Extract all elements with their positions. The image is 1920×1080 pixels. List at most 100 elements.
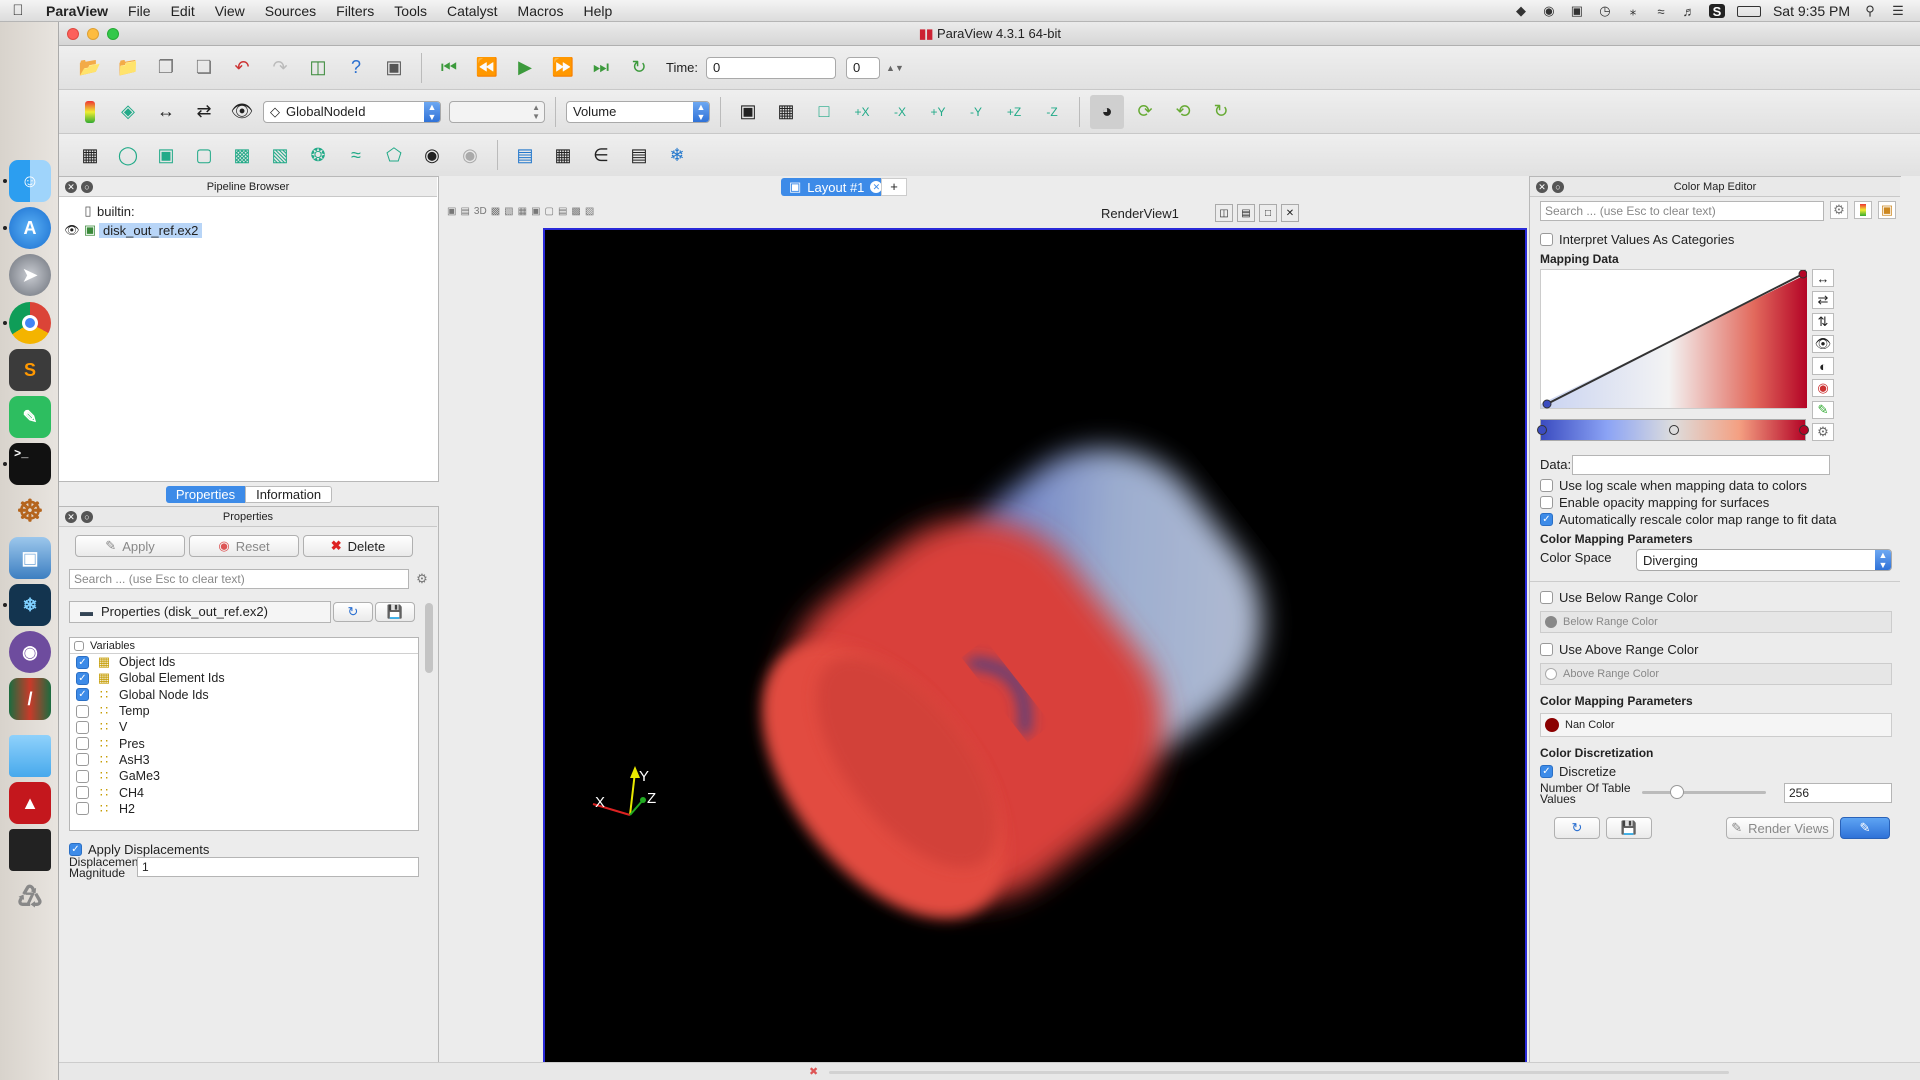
opacity-point-high[interactable] xyxy=(1798,270,1807,279)
select-block-icon[interactable]: ▣ xyxy=(531,206,540,217)
advanced-gear-icon[interactable]: ⚙ xyxy=(413,570,431,588)
rescale-range-icon[interactable]: ↔ xyxy=(1812,269,1834,287)
use-below-range-checkbox[interactable] xyxy=(1540,590,1553,604)
variable-row[interactable]: ∷ Pres xyxy=(70,735,418,751)
variable-checkbox[interactable] xyxy=(76,802,89,816)
above-range-color-button[interactable]: Above Range Color xyxy=(1540,663,1892,685)
rotate-ccw-icon[interactable]: ⟳ xyxy=(1128,95,1162,129)
clear-selection-icon[interactable]: ▧ xyxy=(585,206,594,217)
save-defaults-icon[interactable]: 💾 xyxy=(1606,817,1652,839)
matlab-icon[interactable]: / xyxy=(9,678,51,720)
first-frame-icon[interactable]: ⏮ xyxy=(432,51,466,85)
eye-icon[interactable]: 👁 xyxy=(63,221,81,239)
app-s-icon[interactable]: S xyxy=(1708,4,1725,19)
variable-checkbox[interactable] xyxy=(76,720,89,734)
close-window-button[interactable] xyxy=(67,28,79,40)
opacity-function-editor[interactable] xyxy=(1540,269,1807,409)
table-values-slider[interactable] xyxy=(1642,785,1766,799)
variable-checkbox[interactable]: ✓ xyxy=(76,688,89,702)
last-frame-icon[interactable]: ⏭ xyxy=(584,51,618,85)
clip-icon[interactable]: ▣ xyxy=(149,138,183,172)
timestep-input[interactable]: 0 xyxy=(846,56,881,79)
menu-app-name[interactable]: ParaView xyxy=(36,0,118,22)
next-frame-icon[interactable]: ⏩ xyxy=(546,51,580,85)
connect-icon[interactable]: ◫ xyxy=(301,51,335,85)
interaction-mode-icon[interactable]: ↻ xyxy=(1204,95,1238,129)
save-preset-icon[interactable]: ✎ xyxy=(1812,401,1834,419)
spotlight-icon[interactable]: ⚲ xyxy=(1862,3,1878,18)
glyph-icon[interactable]: ❂ xyxy=(301,138,335,172)
previous-frame-icon[interactable]: ⏪ xyxy=(470,51,504,85)
trash-icon[interactable]: ♹ xyxy=(9,876,51,918)
chat-icon[interactable]: ▣ xyxy=(1569,3,1585,18)
calculator-icon[interactable]: ▦ xyxy=(73,138,107,172)
displacement-magnitude-input[interactable]: 1 xyxy=(137,857,419,877)
interactive-select-icon[interactable]: ▢ xyxy=(545,206,554,217)
opacity-point-low[interactable] xyxy=(1542,399,1552,409)
split-vertical-icon[interactable]: ▤ xyxy=(1237,204,1255,222)
variable-checkbox[interactable] xyxy=(76,786,89,800)
view-minus-z-icon[interactable]: -Z xyxy=(1035,95,1069,129)
component-select[interactable]: ▲ ▼ xyxy=(449,100,545,123)
slider-thumb[interactable] xyxy=(1670,785,1684,799)
paraview-dock-icon[interactable]: ❄ xyxy=(9,584,51,626)
view-plus-z-icon[interactable]: +Z xyxy=(997,95,1031,129)
representation-select[interactable]: Volume ▲ ▼ xyxy=(566,100,710,123)
color-space-select[interactable]: Diverging ▲ ▼ xyxy=(1636,549,1892,571)
rescale-time-icon[interactable]: ⇅ xyxy=(1812,313,1834,331)
variable-row[interactable]: ∷ V xyxy=(70,719,418,735)
variable-row[interactable]: ✓ ▦ Global Element Ids xyxy=(70,670,418,686)
menu-view[interactable]: View xyxy=(205,0,255,22)
variable-checkbox[interactable] xyxy=(76,769,89,783)
menu-sources[interactable]: Sources xyxy=(255,0,326,22)
reset-button[interactable]: ◉ Reset xyxy=(189,535,299,557)
variable-row[interactable]: ∷ Temp xyxy=(70,703,418,719)
restore-defaults-icon[interactable]: ↻ xyxy=(333,602,373,622)
threshold-icon[interactable]: ▩ xyxy=(225,138,259,172)
variable-checkbox[interactable] xyxy=(76,704,89,718)
view-plus-x-icon[interactable]: +X xyxy=(845,95,879,129)
rescale-custom-icon[interactable]: ⇄ xyxy=(187,95,221,129)
plot-over-line-icon[interactable]: ▦ xyxy=(546,138,580,172)
rescale-custom-icon[interactable]: ⇄ xyxy=(1812,291,1834,309)
menu-help[interactable]: Help xyxy=(573,0,622,22)
auto-rescale-checkbox[interactable]: ✓ xyxy=(1540,512,1553,526)
launchpad-icon[interactable]: ➤ xyxy=(9,254,51,296)
python-shell-icon[interactable]: ❄ xyxy=(660,138,694,172)
shrink-selection-icon[interactable]: ▩ xyxy=(571,206,580,217)
choose-preset-icon[interactable]: ◉ xyxy=(1812,379,1834,397)
variable-checkbox[interactable]: ✓ xyxy=(76,655,89,669)
tab-information[interactable]: Information xyxy=(245,485,333,503)
zoom-to-data-icon[interactable]: ▦ xyxy=(769,95,803,129)
minimize-window-button[interactable] xyxy=(87,28,99,40)
menu-catalyst[interactable]: Catalyst xyxy=(437,0,508,22)
menu-edit[interactable]: Edit xyxy=(161,0,205,22)
histogram-icon[interactable]: ▤ xyxy=(508,138,542,172)
close-view-icon[interactable]: ✕ xyxy=(1281,204,1299,222)
variable-row[interactable]: ∷ CH4 xyxy=(70,784,418,800)
properties-search-input[interactable]: Search ... (use Esc to clear text) xyxy=(69,569,409,589)
color-legend-icon[interactable] xyxy=(85,100,95,123)
use-above-range-checkbox[interactable] xyxy=(1540,642,1553,656)
apply-button[interactable]: ✎ Apply xyxy=(75,535,185,557)
toggle-3d-button[interactable]: 3D xyxy=(474,206,487,217)
undo-icon[interactable]: ↶ xyxy=(225,51,259,85)
auto-render-toggle[interactable]: ✎ xyxy=(1840,817,1890,839)
layout-tab[interactable]: ▣ Layout #1 ✕ xyxy=(781,178,891,196)
opacity-mapping-checkbox[interactable] xyxy=(1540,495,1553,509)
menu-filters[interactable]: Filters xyxy=(326,0,384,22)
plot-data-icon[interactable]: ▤ xyxy=(622,138,656,172)
menu-file[interactable]: File xyxy=(118,0,161,22)
log-scale-row[interactable]: Use log scale when mapping data to color… xyxy=(1540,477,1807,493)
variable-checkbox[interactable]: ✓ xyxy=(76,671,89,685)
variable-row[interactable]: ✓ ▦ Object Ids xyxy=(70,654,418,670)
variable-checkbox[interactable] xyxy=(76,753,89,767)
pipeline-item-disk-out-ref[interactable]: 👁 ▣ disk_out_ref.ex2 xyxy=(63,220,203,240)
screen-icon[interactable] xyxy=(9,829,51,871)
color-legend-icon[interactable] xyxy=(1854,201,1872,219)
colormap-search-input[interactable]: Search ... (use Esc to clear text) xyxy=(1540,201,1824,221)
timestep-stepper[interactable]: ▲▼ xyxy=(886,63,904,73)
float-panel-icon[interactable]: ○ xyxy=(1552,181,1564,193)
opacity-mapping-row[interactable]: Enable opacity mapping for surfaces xyxy=(1540,494,1769,510)
apple-icon[interactable]:  xyxy=(0,2,36,19)
